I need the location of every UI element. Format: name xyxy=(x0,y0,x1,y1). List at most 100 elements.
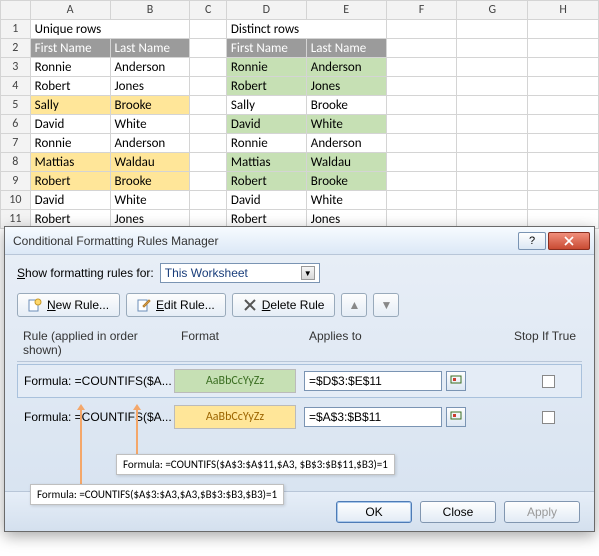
cell[interactable]: Brooke xyxy=(110,172,190,191)
cell[interactable]: Brooke xyxy=(110,96,190,115)
cell[interactable]: White xyxy=(110,115,190,134)
header-first[interactable]: First Name xyxy=(30,39,110,58)
unique-title[interactable]: Unique rows xyxy=(30,20,190,39)
cell[interactable] xyxy=(528,191,599,210)
cell[interactable]: White xyxy=(306,115,386,134)
cell[interactable] xyxy=(528,96,599,115)
cell[interactable] xyxy=(190,115,227,134)
cell[interactable] xyxy=(528,115,599,134)
row-header[interactable]: 6 xyxy=(1,115,31,134)
cell[interactable] xyxy=(528,153,599,172)
range-picker-icon[interactable] xyxy=(446,371,466,391)
stop-if-true-checkbox[interactable] xyxy=(542,411,555,424)
cell[interactable] xyxy=(457,39,528,58)
cell[interactable]: Jones xyxy=(306,77,386,96)
cell[interactable]: Mattias xyxy=(226,153,306,172)
cell[interactable] xyxy=(386,191,457,210)
cell[interactable] xyxy=(190,172,227,191)
col-header-h[interactable]: H xyxy=(528,1,599,20)
cell[interactable] xyxy=(386,58,457,77)
col-header-a[interactable]: A xyxy=(30,1,110,20)
select-all-corner[interactable] xyxy=(1,1,31,20)
row-header[interactable]: 2 xyxy=(1,39,31,58)
cell[interactable]: Robert xyxy=(30,77,110,96)
col-header-e[interactable]: E xyxy=(306,1,386,20)
cell[interactable]: Waldau xyxy=(110,153,190,172)
cell[interactable]: White xyxy=(306,191,386,210)
delete-rule-button[interactable]: Delete Rule xyxy=(232,293,336,317)
cell[interactable]: White xyxy=(110,191,190,210)
cell[interactable] xyxy=(528,39,599,58)
new-rule-button[interactable]: New Rule... xyxy=(17,293,120,317)
cell[interactable]: Robert xyxy=(226,77,306,96)
cell[interactable]: Jones xyxy=(110,77,190,96)
cell[interactable] xyxy=(190,153,227,172)
col-header-f[interactable]: F xyxy=(386,1,457,20)
cell[interactable] xyxy=(457,134,528,153)
move-up-button[interactable]: ▲ xyxy=(341,293,367,317)
cell[interactable] xyxy=(386,134,457,153)
cell[interactable] xyxy=(386,115,457,134)
rule-row[interactable]: Formula: =COUNTIFS($A...AaBbCcYyZz=$D$3:… xyxy=(17,364,582,398)
cell[interactable]: Anderson xyxy=(306,58,386,77)
cell[interactable] xyxy=(457,172,528,191)
close-button[interactable]: Close xyxy=(420,501,496,523)
col-header-g[interactable]: G xyxy=(457,1,528,20)
applies-to-input[interactable]: =$A$3:$B$11 xyxy=(304,407,442,427)
cell[interactable] xyxy=(457,77,528,96)
cell[interactable] xyxy=(457,153,528,172)
cell[interactable] xyxy=(386,153,457,172)
col-header-c[interactable]: C xyxy=(190,1,227,20)
cell[interactable]: David xyxy=(30,115,110,134)
cell[interactable] xyxy=(528,20,599,39)
cell[interactable] xyxy=(190,39,227,58)
cell[interactable]: Sally xyxy=(30,96,110,115)
cell[interactable] xyxy=(190,58,227,77)
header-last[interactable]: Last Name xyxy=(110,39,190,58)
dialog-titlebar[interactable]: Conditional Formatting Rules Manager ? xyxy=(5,227,594,255)
cell[interactable] xyxy=(386,96,457,115)
help-button[interactable]: ? xyxy=(518,232,546,250)
cell[interactable] xyxy=(457,58,528,77)
cell[interactable]: Anderson xyxy=(110,58,190,77)
cell[interactable] xyxy=(457,20,528,39)
cell[interactable]: David xyxy=(30,191,110,210)
applies-to-input[interactable]: =$D$3:$E$11 xyxy=(304,371,442,391)
cell[interactable]: David xyxy=(226,191,306,210)
row-header[interactable]: 10 xyxy=(1,191,31,210)
cell[interactable] xyxy=(386,20,457,39)
row-header[interactable]: 7 xyxy=(1,134,31,153)
cell[interactable] xyxy=(528,134,599,153)
cell[interactable] xyxy=(457,96,528,115)
header-last[interactable]: Last Name xyxy=(306,39,386,58)
row-header[interactable]: 1 xyxy=(1,20,31,39)
cell[interactable]: Anderson xyxy=(110,134,190,153)
move-down-button[interactable]: ▼ xyxy=(373,293,399,317)
apply-button[interactable]: Apply xyxy=(504,501,580,523)
rule-row[interactable]: Formula: =COUNTIFS($A...AaBbCcYyZz=$A$3:… xyxy=(17,400,582,434)
ok-button[interactable]: OK xyxy=(336,501,412,523)
stop-if-true-checkbox[interactable] xyxy=(542,375,555,388)
row-header[interactable]: 8 xyxy=(1,153,31,172)
cell[interactable] xyxy=(190,20,227,39)
cell[interactable]: Anderson xyxy=(306,134,386,153)
distinct-title[interactable]: Distinct rows xyxy=(226,20,386,39)
cell[interactable]: Robert xyxy=(226,172,306,191)
header-first[interactable]: First Name xyxy=(226,39,306,58)
cell[interactable] xyxy=(528,58,599,77)
cell[interactable] xyxy=(457,191,528,210)
row-header[interactable]: 3 xyxy=(1,58,31,77)
cell[interactable]: Ronnie xyxy=(226,134,306,153)
spreadsheet-grid[interactable]: A B C D E F G H 1 Unique rows Distinct r… xyxy=(0,0,599,229)
cell[interactable] xyxy=(386,172,457,191)
cell[interactable] xyxy=(190,77,227,96)
cell[interactable]: Robert xyxy=(30,172,110,191)
cell[interactable]: David xyxy=(226,115,306,134)
cell[interactable]: Ronnie xyxy=(30,134,110,153)
row-header[interactable]: 5 xyxy=(1,96,31,115)
row-header[interactable]: 4 xyxy=(1,77,31,96)
cell[interactable] xyxy=(386,39,457,58)
edit-rule-button[interactable]: Edit Rule... xyxy=(126,293,226,317)
close-icon[interactable] xyxy=(548,232,590,250)
cell[interactable]: Waldau xyxy=(306,153,386,172)
